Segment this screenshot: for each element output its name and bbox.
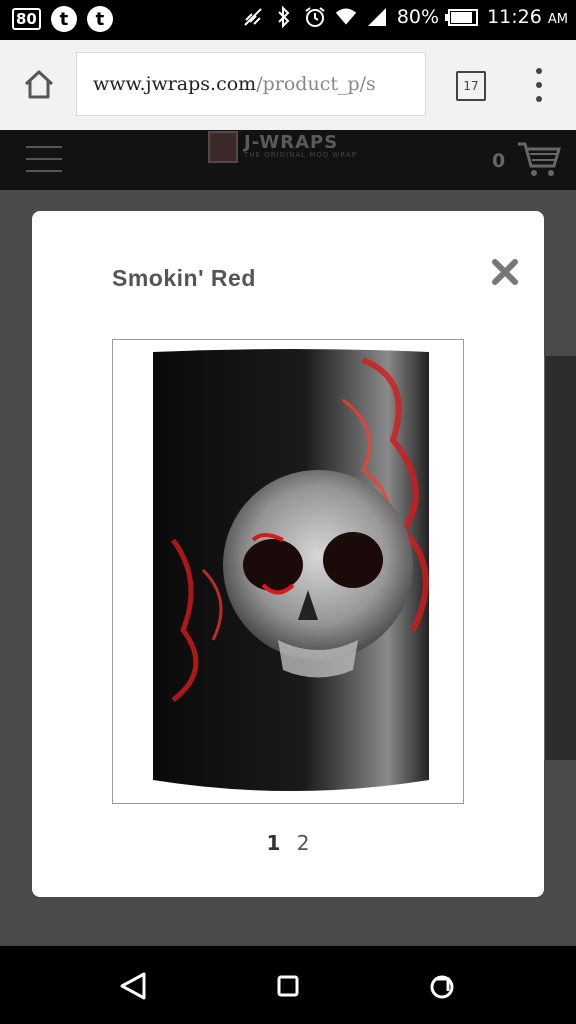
back-icon[interactable] — [118, 970, 150, 1002]
background-product-image — [544, 356, 576, 760]
tab-switcher-button[interactable]: 17 — [456, 71, 486, 101]
cell-signal-icon — [366, 6, 388, 28]
nfc-off-icon — [242, 6, 264, 28]
tumblr-notification-icon: t — [86, 6, 113, 32]
overflow-menu-icon[interactable] — [530, 68, 548, 102]
tumblr-notification-icon: t — [50, 6, 77, 32]
shopping-cart-icon[interactable] — [516, 138, 562, 180]
logo-text: J-WRAPS — [244, 132, 339, 153]
cart-count: 0 — [492, 150, 506, 172]
product-modal: Smokin' Red 1 2 — [32, 211, 544, 897]
wifi-icon — [335, 6, 357, 28]
logo-mark — [208, 131, 238, 163]
bluetooth-icon — [273, 6, 295, 28]
alarm-icon — [304, 6, 326, 28]
browser-toolbar: www.jwraps.com/product_p/s 17 — [0, 40, 576, 130]
battery-icon — [445, 8, 479, 26]
page-link-2[interactable]: 2 — [297, 831, 310, 855]
modal-title: Smokin' Red — [112, 265, 256, 291]
status-bar: 80 t t 80% 11:26 AM — [0, 0, 576, 40]
home-icon[interactable] — [20, 66, 58, 104]
url-path: /product_p/s — [256, 73, 376, 95]
home-button-icon[interactable] — [272, 970, 304, 1002]
image-pager: 1 2 — [32, 831, 544, 855]
hamburger-menu-icon[interactable] — [26, 146, 62, 172]
notification-badge: 80 — [12, 8, 41, 30]
site-header: J-WRAPS THE ORIGINAL MOD WRAP 0 — [0, 130, 576, 190]
battery-percent: 80% — [396, 6, 440, 28]
android-nav-bar — [0, 946, 576, 1024]
page-link-1[interactable]: 1 — [266, 831, 280, 855]
site-logo[interactable]: J-WRAPS THE ORIGINAL MOD WRAP — [208, 130, 357, 164]
logo-tagline: THE ORIGINAL MOD WRAP — [244, 151, 357, 159]
product-image[interactable] — [112, 339, 464, 804]
url-host: www.jwraps.com — [93, 73, 257, 95]
url-bar[interactable]: www.jwraps.com/product_p/s — [76, 52, 426, 116]
recents-icon[interactable] — [426, 970, 458, 1002]
close-icon[interactable] — [490, 257, 520, 287]
clock: 11:26 AM — [487, 6, 568, 28]
